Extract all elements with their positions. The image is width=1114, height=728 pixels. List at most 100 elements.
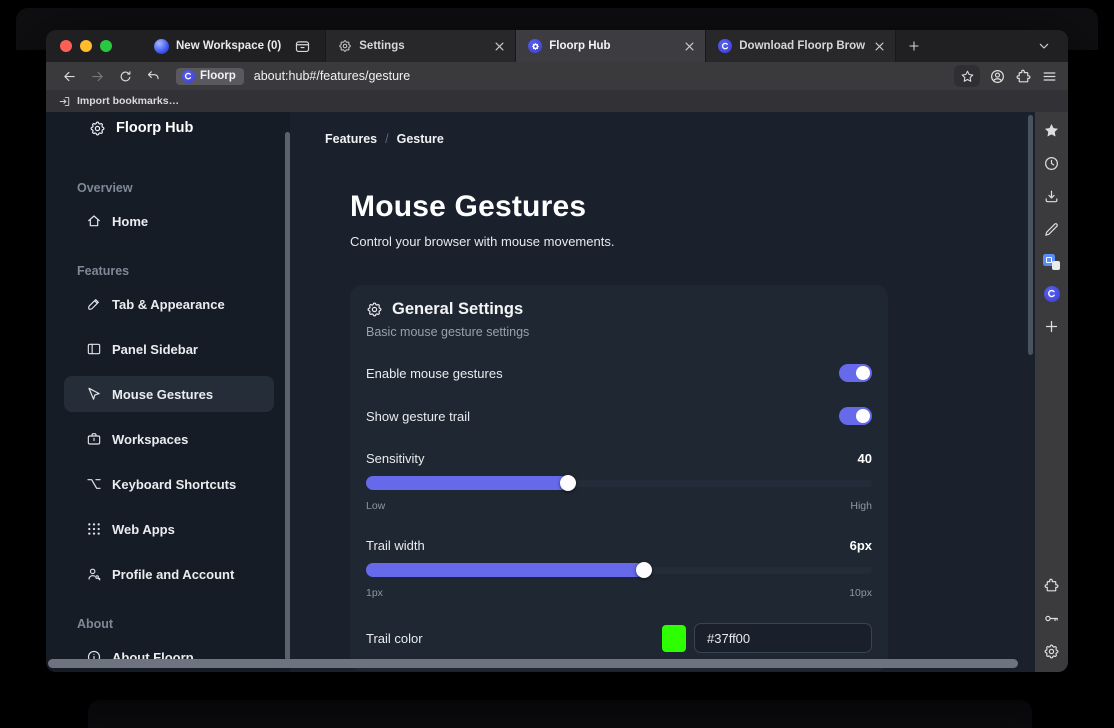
- enable-gestures-row: Enable mouse gestures: [366, 364, 872, 382]
- gear-icon: [338, 39, 352, 53]
- forward-button[interactable]: [84, 65, 110, 87]
- sidebar-item-web-apps[interactable]: Web Apps: [64, 511, 274, 547]
- general-settings-card: General Settings Basic mouse gesture set…: [350, 285, 888, 671]
- section-label-about: About: [77, 617, 290, 631]
- breadcrumb-parent[interactable]: Features: [325, 132, 377, 146]
- content-area: Floorp Hub Overview Home Features Tab & …: [46, 112, 1068, 672]
- workspace-manage-icon[interactable]: [294, 38, 311, 55]
- sidebar-item-workspaces[interactable]: Workspaces: [64, 421, 274, 457]
- color-swatch[interactable]: [662, 625, 686, 652]
- show-trail-toggle[interactable]: [839, 407, 872, 425]
- sidebar-item-panel-sidebar[interactable]: Panel Sidebar: [64, 331, 274, 367]
- option-key-icon: [86, 476, 102, 492]
- history-panel-icon[interactable]: [1043, 155, 1060, 172]
- section-label-overview: Overview: [77, 181, 290, 195]
- toggle-knob: [856, 409, 870, 423]
- slider-max-label: High: [850, 500, 872, 512]
- close-tab-icon[interactable]: [872, 39, 887, 54]
- card-title: General Settings: [392, 300, 523, 319]
- tab-label: Download Floorp Browser: [739, 40, 865, 52]
- plus-icon: [907, 39, 921, 53]
- back-button[interactable]: [56, 65, 82, 87]
- slider-fill: [366, 563, 644, 577]
- sidebar-item-mouse-gestures[interactable]: Mouse Gestures: [64, 376, 274, 412]
- close-window-button[interactable]: [60, 40, 72, 52]
- list-all-tabs-button[interactable]: [1036, 38, 1052, 54]
- sidebar-item-keyboard-shortcuts[interactable]: Keyboard Shortcuts: [64, 466, 274, 502]
- floorp-panel-icon[interactable]: [1044, 286, 1060, 302]
- main-page: Features / Gesture Mouse Gestures Contro…: [290, 112, 1035, 672]
- enable-gestures-toggle[interactable]: [839, 364, 872, 382]
- enable-gestures-label: Enable mouse gestures: [366, 366, 503, 381]
- page-scrollbar[interactable]: [1028, 115, 1033, 355]
- gear-icon: [89, 120, 106, 137]
- sidebar-item-profile-account[interactable]: Profile and Account: [64, 556, 274, 592]
- sidebar-item-label: Panel Sidebar: [112, 342, 198, 357]
- sidebar-item-home[interactable]: Home: [64, 203, 274, 239]
- slider-thumb[interactable]: [560, 475, 576, 491]
- menu-button[interactable]: [1041, 68, 1058, 85]
- hub-sidebar-header: Floorp Hub: [89, 117, 290, 139]
- panel-icon: [86, 341, 102, 357]
- import-icon: [58, 95, 71, 108]
- bookmarks-bar: Import bookmarks…: [46, 90, 1068, 112]
- account-button[interactable]: [989, 68, 1006, 85]
- tab-label: Floorp Hub: [549, 40, 675, 52]
- toggle-knob: [856, 366, 870, 380]
- minimize-window-button[interactable]: [80, 40, 92, 52]
- passwords-panel-icon[interactable]: [1043, 610, 1060, 627]
- background-window-bottom: [88, 700, 1032, 728]
- url-bar[interactable]: Floorp about:hub#/features/gesture: [176, 65, 948, 87]
- color-hex-input[interactable]: [694, 623, 872, 653]
- trail-width-slider[interactable]: [366, 563, 872, 577]
- settings-panel-icon[interactable]: [1043, 643, 1060, 660]
- site-identity-chip[interactable]: Floorp: [176, 68, 244, 85]
- site-chip-label: Floorp: [200, 70, 236, 82]
- tab-download-floorp[interactable]: Download Floorp Browser: [705, 30, 895, 62]
- bookmarks-panel-icon[interactable]: [1043, 122, 1060, 139]
- navigation-toolbar: Floorp about:hub#/features/gesture: [46, 62, 1068, 90]
- bookmark-star-button[interactable]: [954, 65, 980, 87]
- home-icon: [86, 213, 102, 229]
- page-title: Mouse Gestures: [350, 190, 1035, 224]
- workspace-switcher[interactable]: New Workspace (0): [132, 30, 325, 62]
- add-panel-icon[interactable]: [1043, 318, 1060, 335]
- sidebar-item-label: Profile and Account: [112, 567, 234, 582]
- reload-button[interactable]: [112, 65, 138, 87]
- tab-bar: New Workspace (0) Settings Floorp Hub Do…: [46, 30, 1068, 62]
- undo-button[interactable]: [140, 65, 166, 87]
- notes-panel-icon[interactable]: [1043, 221, 1060, 238]
- trail-color-label: Trail color: [366, 631, 423, 646]
- slider-max-label: 10px: [849, 587, 872, 599]
- translate-panel-icon[interactable]: [1043, 254, 1060, 270]
- sensitivity-label: Sensitivity: [366, 451, 425, 466]
- slider-thumb[interactable]: [636, 562, 652, 578]
- hub-sidebar: Floorp Hub Overview Home Features Tab & …: [46, 112, 290, 672]
- breadcrumb-separator: /: [385, 132, 388, 146]
- reload-icon: [118, 69, 133, 84]
- extensions-button[interactable]: [1015, 68, 1032, 85]
- slider-fill: [366, 476, 568, 490]
- close-tab-icon[interactable]: [492, 39, 507, 54]
- import-bookmarks-button[interactable]: Import bookmarks…: [77, 95, 179, 107]
- downloads-panel-icon[interactable]: [1043, 188, 1060, 205]
- tab-floorp-hub[interactable]: Floorp Hub: [515, 30, 705, 62]
- sidebar-item-tab-appearance[interactable]: Tab & Appearance: [64, 286, 274, 322]
- sensitivity-slider-group: Sensitivity 40 Low High: [366, 451, 872, 512]
- floorp-logo-icon: [182, 70, 195, 83]
- breadcrumb-current: Gesture: [397, 132, 444, 146]
- sensitivity-slider[interactable]: [366, 476, 872, 490]
- page-subtitle: Control your browser with mouse movement…: [350, 234, 1035, 249]
- trail-width-slider-group: Trail width 6px 1px 10px: [366, 538, 872, 599]
- tab-settings[interactable]: Settings: [325, 30, 515, 62]
- card-header: General Settings: [366, 300, 872, 319]
- sidebar-item-label: Workspaces: [112, 432, 188, 447]
- show-trail-row: Show gesture trail: [366, 407, 872, 425]
- close-tab-icon[interactable]: [682, 39, 697, 54]
- slider-min-label: 1px: [366, 587, 383, 599]
- extensions-panel-icon[interactable]: [1043, 577, 1060, 594]
- zoom-window-button[interactable]: [100, 40, 112, 52]
- show-trail-label: Show gesture trail: [366, 409, 470, 424]
- new-tab-button[interactable]: [895, 30, 932, 62]
- horizontal-scrollbar[interactable]: [48, 659, 1018, 668]
